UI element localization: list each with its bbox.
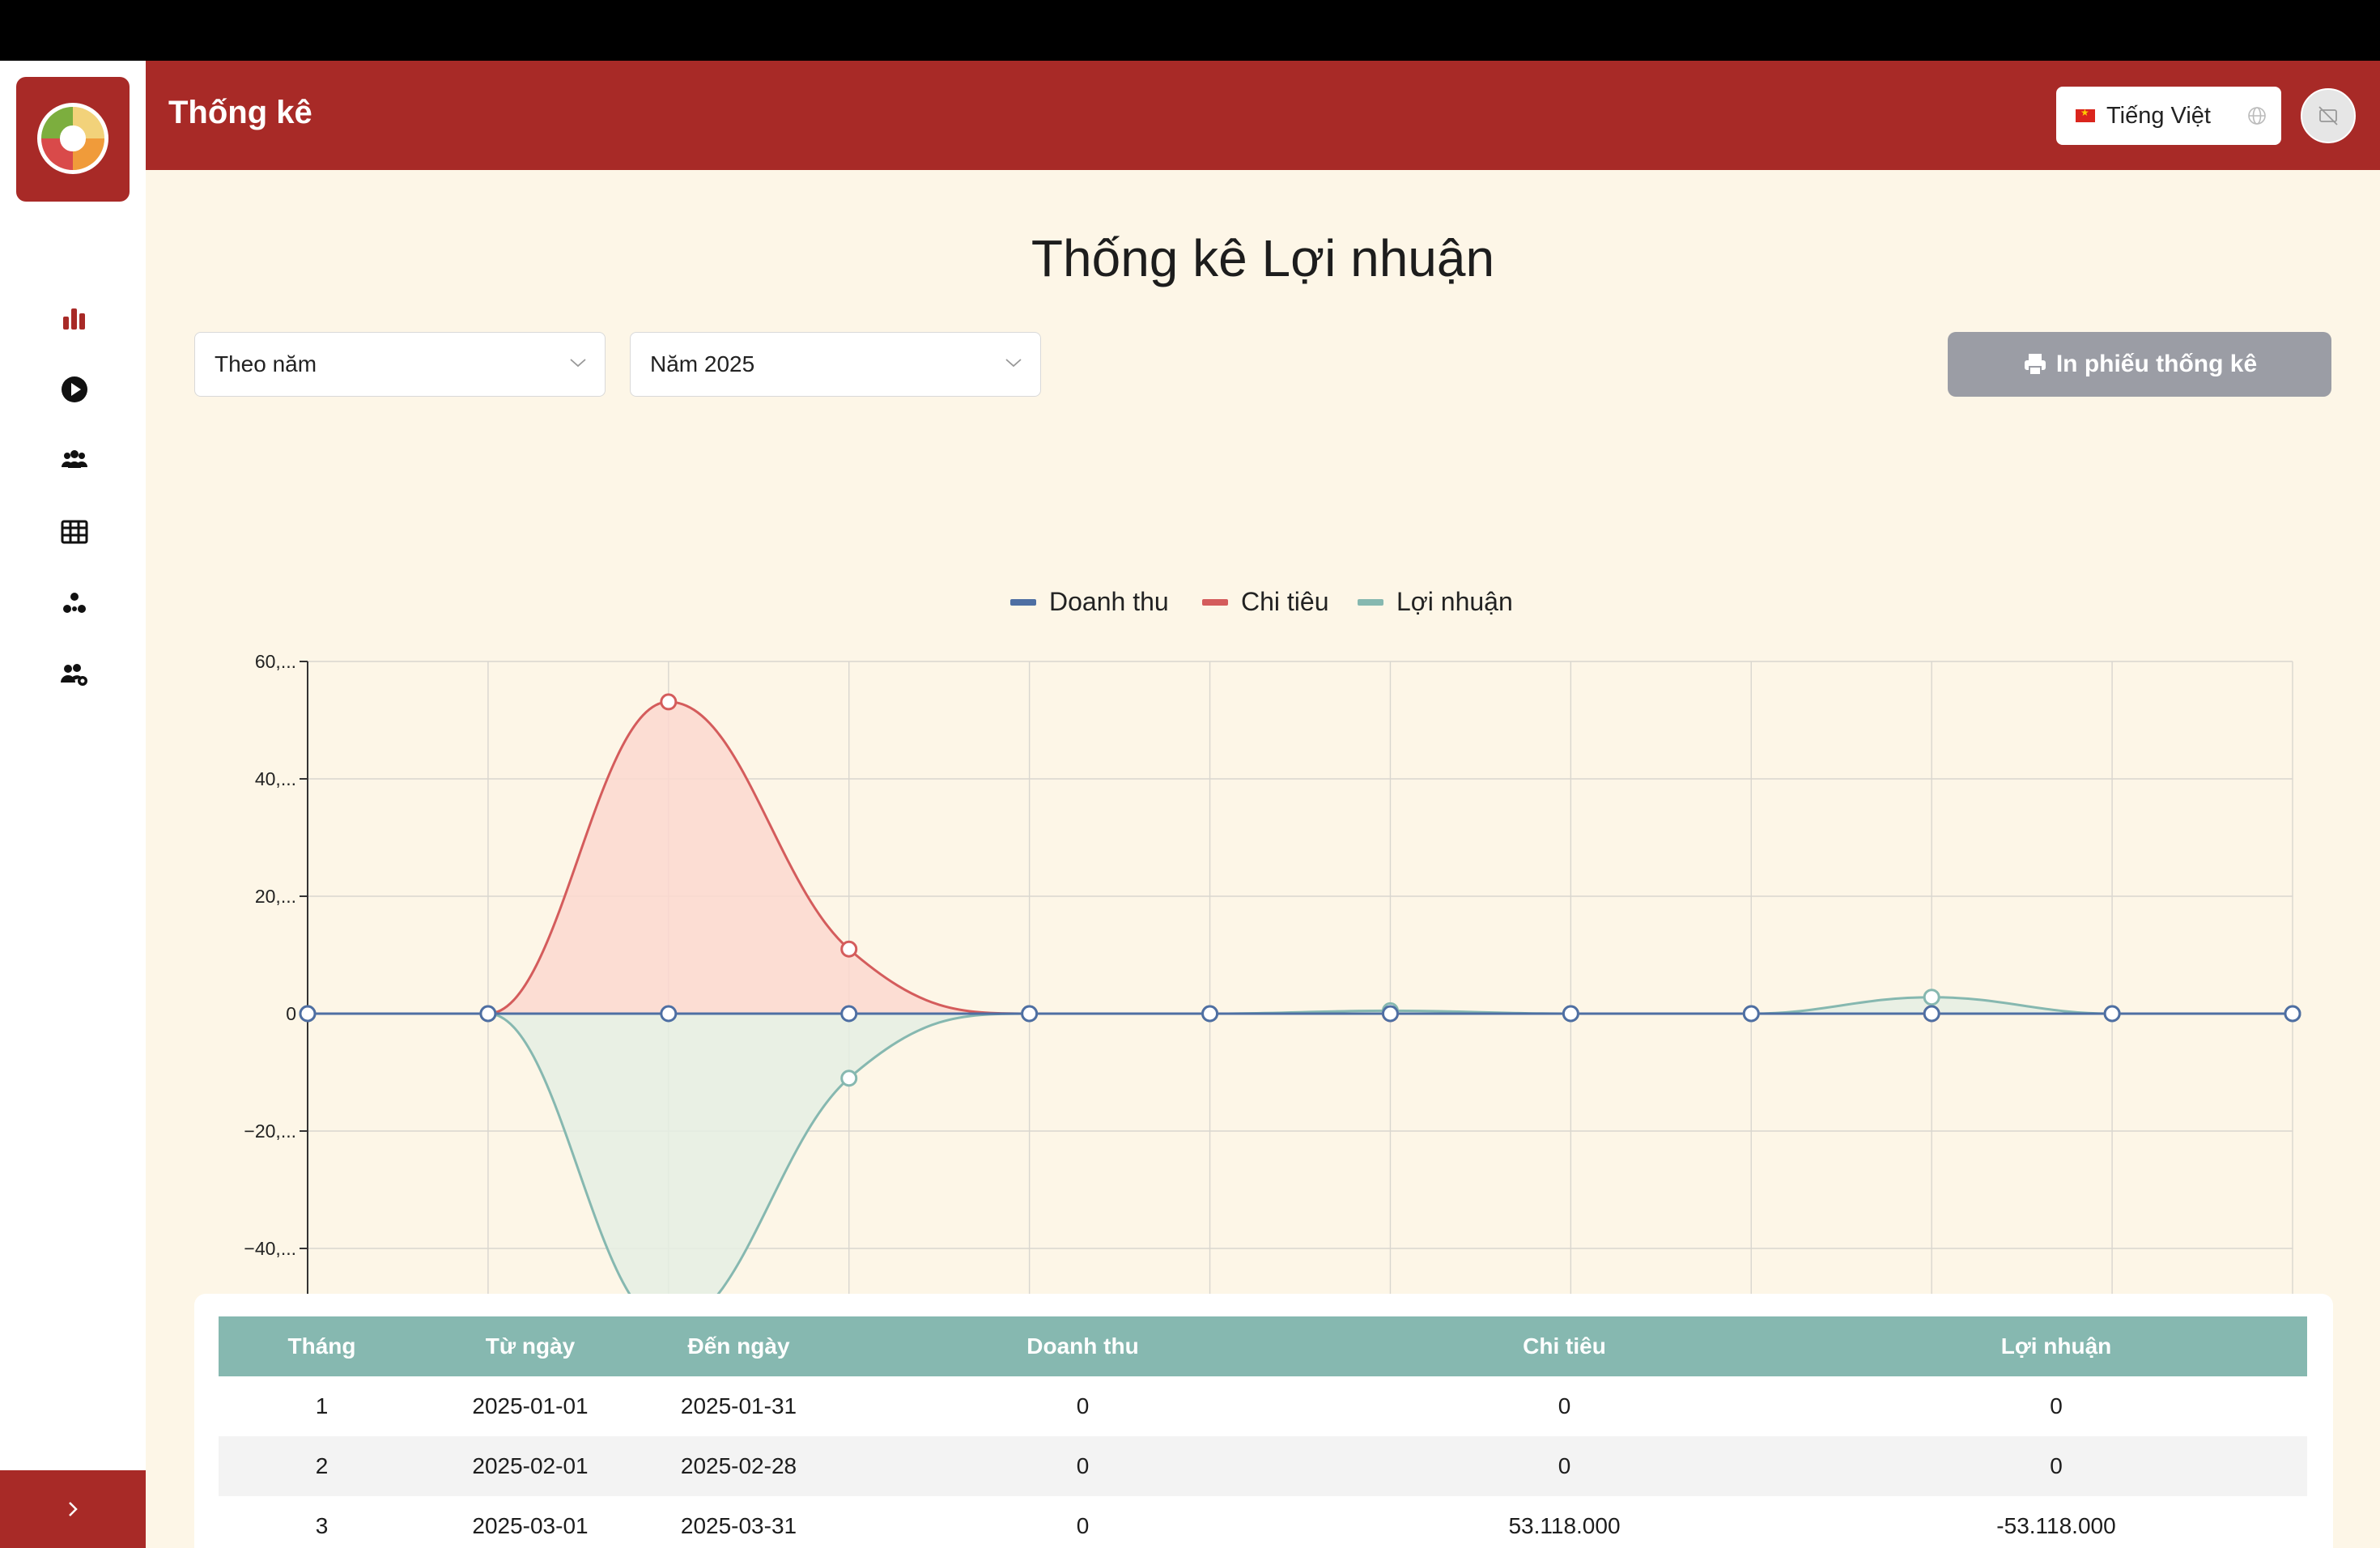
globe-icon <box>2248 107 2266 125</box>
stats-title: Thống kê Lợi nhuận <box>1031 229 1495 287</box>
data-point <box>840 1070 858 1087</box>
column-header-from-date: Từ ngày <box>425 1316 635 1376</box>
data-point <box>1742 1005 1760 1023</box>
app-logo[interactable] <box>16 77 130 202</box>
data-point <box>2103 1005 2121 1023</box>
chevron-down-icon <box>1005 359 1022 368</box>
table-grid-icon <box>61 520 88 544</box>
column-header-revenue: Doanh thu <box>842 1316 1324 1376</box>
table-cell: 2025-03-31 <box>680 1513 797 1538</box>
table-cell: 0 <box>1076 1393 1090 1418</box>
data-point <box>1562 1005 1579 1023</box>
sidebar-toggle-button[interactable] <box>0 1470 146 1548</box>
legend-swatch <box>1202 599 1228 606</box>
table-cell: 2 <box>219 1436 425 1496</box>
top-header: Thống kê Tiếng Việt <box>146 61 2380 170</box>
sidebar-item-tables[interactable] <box>50 508 99 556</box>
table-cell: 2025-01-31 <box>680 1393 797 1418</box>
legend-label: Doanh thu <box>1049 587 1169 616</box>
data-point <box>1021 1005 1039 1023</box>
no-image-icon <box>2318 106 2338 125</box>
period-select-value: Theo năm <box>215 351 317 376</box>
sidebar-item-groups[interactable] <box>50 436 99 485</box>
data-point <box>1201 1005 1219 1023</box>
data-point <box>479 1005 497 1023</box>
bar-chart-icon <box>63 308 85 330</box>
series-area <box>308 701 2293 1014</box>
table-cell: 3 <box>315 1513 329 1538</box>
data-point <box>299 1005 317 1023</box>
data-point <box>1923 989 1940 1006</box>
table-cell: 0 <box>1805 1436 2307 1496</box>
column-header-to-date: Đến ngày <box>635 1316 842 1376</box>
sidebar-item-user-settings[interactable] <box>50 650 99 699</box>
table-row: 2 2025-02-01 2025-02-28 0 0 0 <box>219 1436 2307 1496</box>
table-cell: 0 <box>842 1436 1324 1496</box>
print-report-label: In phiếu thống kê <box>2055 351 2258 377</box>
y-tick-label: 60,... <box>255 651 296 672</box>
legend-swatch <box>1358 599 1383 606</box>
main-content: Thống kê Lợi nhuận Theo năm Năm 2025 In … <box>146 170 2380 1548</box>
page-title: Thống kê <box>168 95 312 130</box>
sitemap-icon <box>63 593 86 613</box>
legend-label: Chi tiêu <box>1241 587 1329 616</box>
table-cell: 0 <box>1076 1513 1090 1538</box>
table-cell: 1 <box>315 1393 329 1418</box>
data-point <box>1923 1005 1940 1023</box>
language-label: Tiếng Việt <box>2106 102 2211 129</box>
table-cell: 0 <box>2050 1393 2063 1418</box>
table-cell: 0 <box>1324 1436 1805 1496</box>
food-plate-logo-icon <box>37 103 108 174</box>
print-report-button[interactable]: In phiếu thống kê <box>1948 332 2331 397</box>
table-row: 3 2025-03-01 2025-03-31 0 53.118.000 -53… <box>219 1496 2307 1548</box>
avatar[interactable] <box>2301 88 2356 143</box>
y-tick-label: −40,... <box>244 1238 296 1259</box>
stats-table-card: Tháng Từ ngày Đến ngày Doanh thu Chi tiê… <box>194 1294 2333 1548</box>
stats-table: Tháng Từ ngày Đến ngày Doanh thu Chi tiê… <box>219 1316 2307 1548</box>
table-cell: 2025-01-01 <box>472 1393 589 1418</box>
play-circle-icon <box>62 376 87 402</box>
profit-chart: Doanh thu Chi tiêu Lợi nhuận60,...40,...20… <box>244 587 2321 1397</box>
language-select[interactable]: Tiếng Việt <box>2056 87 2281 145</box>
table-cell: 53.118.000 <box>1508 1513 1621 1538</box>
table-row: 1 2025-01-01 2025-01-31 0 0 0 <box>219 1376 2307 1436</box>
data-point <box>2284 1005 2301 1023</box>
column-header-profit: Lợi nhuận <box>1805 1316 2307 1376</box>
users-icon <box>62 450 87 468</box>
legend-label: Lợi nhuận <box>1396 587 1513 616</box>
y-tick-label: −20,... <box>244 1121 296 1142</box>
sidebar-item-hierarchy[interactable] <box>50 579 99 627</box>
column-header-month: Tháng <box>219 1316 425 1376</box>
chevron-down-icon <box>570 359 586 368</box>
table-cell: 0 <box>1558 1393 1571 1418</box>
users-gear-icon <box>61 664 87 686</box>
y-tick-label: 0 <box>286 1003 296 1024</box>
table-cell: -53.118.000 <box>1996 1513 2116 1538</box>
data-point <box>840 940 858 958</box>
printer-icon <box>2024 354 2046 376</box>
sidebar-item-statistics[interactable] <box>50 294 99 342</box>
data-point <box>840 1005 858 1023</box>
y-tick-label: 40,... <box>255 768 296 789</box>
legend-swatch <box>1010 599 1036 606</box>
data-point <box>660 1005 678 1023</box>
sidebar-item-play[interactable] <box>50 365 99 414</box>
table-header-row: Tháng Từ ngày Đến ngày Doanh thu Chi tiê… <box>219 1316 2307 1376</box>
column-header-expense: Chi tiêu <box>1324 1316 1805 1376</box>
y-tick-label: 20,... <box>255 886 296 907</box>
sidebar <box>0 61 146 1548</box>
vietnam-flag-icon <box>2076 107 2095 122</box>
year-select-value: Năm 2025 <box>650 351 755 376</box>
table-cell: 2025-03-01 <box>472 1513 589 1538</box>
year-select[interactable]: Năm 2025 <box>630 332 1041 397</box>
table-cell: 2025-02-01 <box>425 1436 635 1496</box>
table-cell: 2025-02-28 <box>635 1436 842 1496</box>
data-point <box>1381 1005 1399 1023</box>
series-area <box>308 997 2293 1326</box>
data-point <box>660 693 678 711</box>
period-select[interactable]: Theo năm <box>194 332 606 397</box>
chevron-right-icon <box>69 1502 78 1516</box>
